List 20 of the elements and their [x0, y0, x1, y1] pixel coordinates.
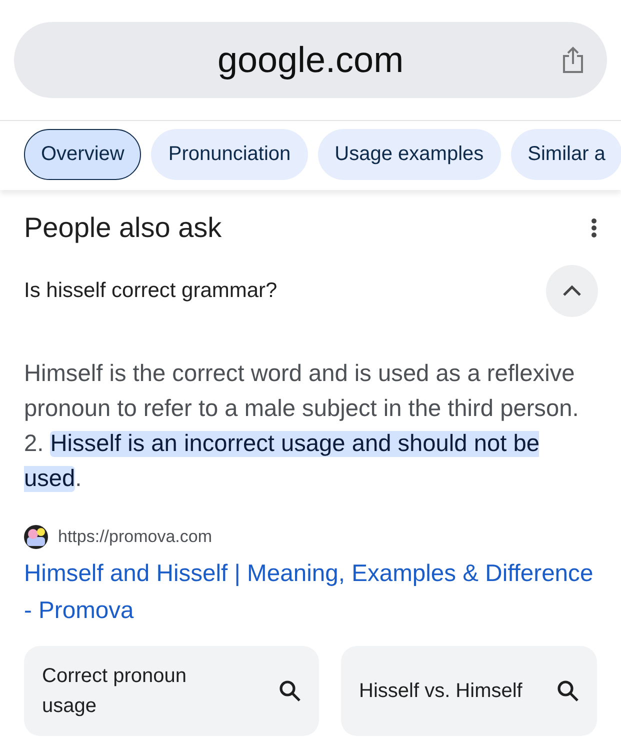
- site-logo-icon: [24, 525, 48, 549]
- search-icon: [557, 680, 579, 702]
- filter-tab[interactable]: Similar a: [510, 129, 621, 180]
- filter-tab[interactable]: Pronunciation: [151, 129, 308, 180]
- chevron-up-icon: [562, 285, 582, 297]
- related-search-chip[interactable]: Correct pronoun usage: [24, 646, 319, 736]
- source-url: https://promova.com: [58, 527, 212, 547]
- search-icon: [279, 680, 301, 702]
- more-options-icon[interactable]: [591, 218, 597, 238]
- related-search-chip[interactable]: Hisself vs. Himself: [341, 646, 597, 736]
- section-title: People also ask: [24, 212, 222, 244]
- share-icon[interactable]: [561, 46, 585, 74]
- url-text: google.com: [217, 39, 404, 81]
- result-link[interactable]: Himself and Hisself | Meaning, Examples & Difference - Promova: [24, 555, 597, 629]
- filter-tab[interactable]: Usage examples: [318, 129, 501, 180]
- address-bar[interactable]: google.com: [14, 22, 607, 98]
- answer-text: Himself is the correct word and is used as a reflexive pronoun to refer to a male subject in the third person. 2. Hisself is an incorrect usage and should not be used.: [24, 360, 580, 494]
- collapse-button[interactable]: [546, 265, 598, 317]
- question-text: Is hisself correct grammar?: [24, 279, 278, 303]
- filter-tab[interactable]: Overview: [24, 129, 142, 180]
